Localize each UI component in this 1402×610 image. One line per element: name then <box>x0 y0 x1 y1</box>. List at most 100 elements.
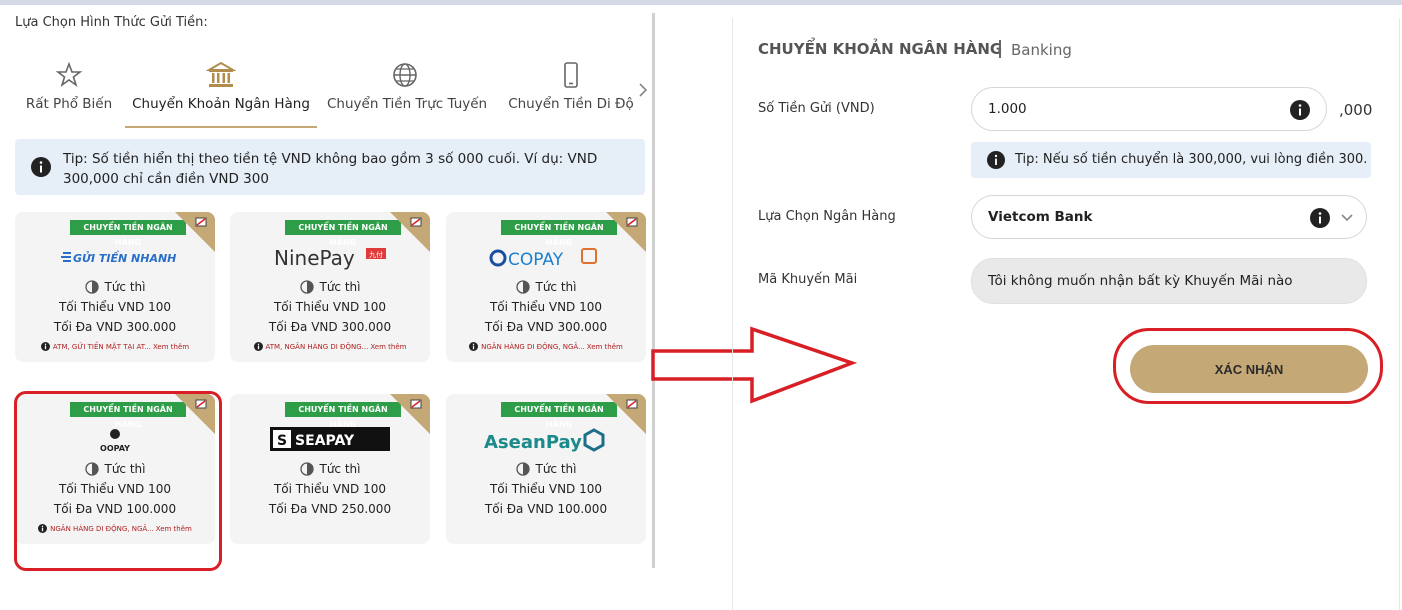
star-icon <box>55 61 83 88</box>
amount-tip-box: Tip: Số tiền hiển thị theo tiền tệ VND k… <box>15 139 645 195</box>
card-max: Tối Đa VND 300.000 <box>268 320 392 334</box>
card-speed-text: Tức thì <box>104 280 146 294</box>
seapay-logo: S SEAPAY <box>270 427 390 451</box>
info-icon <box>987 151 1005 169</box>
amount-tip-text: Tip: Nếu số tiền chuyển là 300,000, vui … <box>1015 152 1368 167</box>
payment-card-aseanpay[interactable]: CHUYỂN TIỀN NGÂN HÀNG AseanPay Tức thì T… <box>446 394 646 544</box>
tab-online-transfer-label: Chuyển Tiền Trực Tuyến <box>327 96 488 112</box>
guitiennhanh-logo: GỬI TIỀN NHANH <box>61 250 176 265</box>
bank-icon <box>206 61 236 87</box>
bank-select[interactable]: Vietcom Bank <box>971 195 1367 239</box>
card-note-text: NGÂN HÀNG DI ĐỘNG, NGÂ... <box>481 343 585 351</box>
bank-value: Vietcom Bank <box>988 209 1093 225</box>
see-more-link[interactable]: Xem thêm <box>153 343 189 351</box>
card-note-text: ATM, NGÂN HÀNG DI ĐỘNG... <box>265 343 369 351</box>
card-note: NGÂN HÀNG DI ĐỘNG, NGÂ... Xem thêm <box>446 342 646 351</box>
payment-card-guitiennhanh[interactable]: CHUYỂN TIỀN NGÂN HÀNG GỬI TIỀN NHANH Tức… <box>15 212 215 362</box>
card-note-text: ATM, GỬI TIỀN MẶT TẠI AT... <box>52 343 151 351</box>
payment-card-ninepay[interactable]: CHUYỂN TIỀN NGÂN HÀNG NinePay 九付 Tức thì… <box>230 212 430 362</box>
clock-icon <box>299 462 314 476</box>
card-speed: Tức thì <box>15 280 215 294</box>
see-more-link[interactable]: Xem thêm <box>587 343 623 351</box>
info-icon[interactable] <box>1290 100 1310 120</box>
card-badge: CHUYỂN TIỀN NGÂN HÀNG <box>285 402 401 429</box>
card-speed: Tức thì <box>446 462 646 476</box>
title-divider <box>999 40 1001 58</box>
amount-input[interactable]: 1.000 <box>971 87 1327 131</box>
method-section-title: Lựa Chọn Hình Thức Gửi Tiền: <box>15 15 208 30</box>
amount-suffix: ,000 <box>1339 101 1373 119</box>
card-logo-text: AseanPay <box>484 432 582 453</box>
amount-tip-box: Tip: Nếu số tiền chuyển là 300,000, vui … <box>971 142 1371 178</box>
tab-bank-transfer-label: Chuyển Khoản Ngân Hàng <box>132 96 310 112</box>
globe-icon <box>393 63 417 87</box>
card-logo-text: COPAY <box>508 250 564 270</box>
payment-card-copay[interactable]: CHUYỂN TIỀN NGÂN HÀNG COPAY Tức thì Tối … <box>446 212 646 362</box>
card-logo-tag: 九付 <box>369 250 383 259</box>
oopay-highlight-annotation <box>14 391 222 571</box>
card-speed-text: Tức thì <box>319 462 361 476</box>
info-icon <box>253 342 263 351</box>
bank-transfer-form: CHUYỂN KHOẢN NGÂN HÀNG Banking Số Tiền G… <box>732 18 1400 610</box>
card-min: Tối Thiểu VND 100 <box>273 482 387 496</box>
card-speed: Tức thì <box>446 280 646 294</box>
clock-icon <box>515 280 530 294</box>
clock-icon <box>84 280 99 294</box>
tab-popular[interactable]: Rất Phổ Biến <box>15 60 123 126</box>
card-speed-text: Tức thì <box>319 280 361 294</box>
card-min: Tối Thiểu VND 100 <box>489 300 603 314</box>
confirm-highlight-annotation <box>1113 328 1383 404</box>
chevron-right-icon[interactable] <box>635 80 651 100</box>
card-max: Tối Đa VND 300.000 <box>53 320 177 334</box>
info-icon[interactable] <box>1310 208 1330 228</box>
payment-card-seapay[interactable]: CHUYỂN TIỀN NGÂN HÀNG S SEAPAY Tức thì T… <box>230 394 430 544</box>
deposit-method-panel: Lựa Chọn Hình Thức Gửi Tiền: Rất Phổ Biế… <box>0 5 655 610</box>
card-badge: CHUYỂN TIỀN NGÂN HÀNG <box>501 402 617 429</box>
info-icon <box>40 342 50 351</box>
card-badge: CHUYỂN TIỀN NGÂN HÀNG <box>501 220 617 247</box>
promo-label: Mã Khuyến Mãi <box>758 272 858 287</box>
tab-mobile-transfer-label: Chuyển Tiền Di Độ <box>508 96 634 112</box>
amount-value: 1.000 <box>988 101 1027 117</box>
tab-online-transfer[interactable]: Chuyển Tiền Trực Tuyến <box>327 60 488 126</box>
clock-icon <box>515 462 530 476</box>
method-tabs: Rất Phổ Biến Chuyển Khoản Ngân Hàng Chuy… <box>15 60 648 130</box>
card-speed: Tức thì <box>230 462 430 476</box>
card-logo-text: NinePay <box>274 246 355 270</box>
card-max: Tối Đa VND 250.000 <box>268 502 392 516</box>
tab-mobile-transfer[interactable]: Chuyển Tiền Di Độ <box>505 60 637 126</box>
chevron-down-icon <box>1341 214 1353 222</box>
form-title: CHUYỂN KHOẢN NGÂN HÀNG <box>758 40 1003 58</box>
card-max: Tối Đa VND 100.000 <box>484 502 608 516</box>
aseanpay-logo: AseanPay <box>484 428 605 453</box>
card-note: ATM, NGÂN HÀNG DI ĐỘNG... Xem thêm <box>230 342 430 351</box>
card-note: ATM, GỬI TIỀN MẶT TẠI AT... Xem thêm <box>15 342 215 351</box>
clock-icon <box>299 280 314 294</box>
form-subtitle: Banking <box>1011 41 1072 59</box>
card-max: Tối Đa VND 300.000 <box>484 320 608 334</box>
card-min: Tối Thiểu VND 100 <box>58 300 172 314</box>
card-min: Tối Thiểu VND 100 <box>273 300 387 314</box>
see-more-link[interactable]: Xem thêm <box>370 343 406 351</box>
card-speed-text: Tức thì <box>535 280 577 294</box>
info-icon <box>469 342 479 351</box>
tab-bank-transfer[interactable]: Chuyển Khoản Ngân Hàng <box>125 60 317 128</box>
card-logo-text: SEAPAY <box>295 433 355 449</box>
mobile-icon <box>564 62 578 88</box>
panel-scrollbar[interactable] <box>652 13 655 568</box>
tab-popular-label: Rất Phổ Biến <box>25 96 113 112</box>
card-min: Tối Thiểu VND 100 <box>489 482 603 496</box>
bank-label: Lựa Chọn Ngân Hàng <box>758 209 896 224</box>
copay-logo: COPAY <box>489 248 597 270</box>
card-speed: Tức thì <box>230 280 430 294</box>
info-icon <box>31 157 51 177</box>
card-badge: CHUYỂN TIỀN NGÂN HÀNG <box>285 220 401 247</box>
promo-value: Tôi không muốn nhận bất kỳ Khuyến Mãi nà… <box>988 273 1293 289</box>
card-speed-text: Tức thì <box>535 462 577 476</box>
svg-text:S: S <box>277 433 287 449</box>
amount-label: Số Tiền Gửi (VND) <box>758 101 875 116</box>
promo-select[interactable]: Tôi không muốn nhận bất kỳ Khuyến Mãi nà… <box>971 258 1367 304</box>
amount-tip-text: Tip: Số tiền hiển thị theo tiền tệ VND k… <box>63 151 598 187</box>
ninepay-logo: NinePay 九付 <box>274 246 386 270</box>
card-badge: CHUYỂN TIỀN NGÂN HÀNG <box>70 220 186 247</box>
